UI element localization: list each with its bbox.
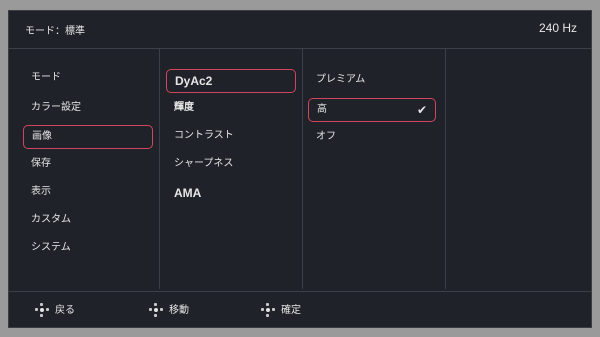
option-label: 高 (317, 104, 327, 115)
joystick-left-icon (35, 303, 49, 317)
submenu-item-brightness[interactable]: 輝度 (166, 97, 296, 121)
menu-item-custom[interactable]: カスタム (23, 209, 153, 233)
option-column: プレミアム 高 ✔ オフ (302, 49, 446, 289)
submenu-item-label: 輝度 (174, 102, 194, 113)
menu-item-color-settings[interactable]: カラー設定 (23, 97, 153, 121)
osd-footer: 戻る 移動 確定 (9, 291, 591, 329)
menu-item-label: モード (31, 72, 61, 83)
joystick-press-icon (261, 303, 275, 317)
back-label: 戻る (55, 305, 75, 316)
osd-header: モード：標準 240 Hz (9, 11, 591, 49)
menu-item-label: システム (31, 242, 71, 253)
joystick-updown-icon (149, 303, 163, 317)
submenu-column: DyAc2 輝度 コントラスト シャープネス AMA (159, 49, 303, 289)
osd-menu: モード：標準 240 Hz モード カラー設定 画像 保存 表示 カスタム シス… (8, 10, 592, 328)
back-hint[interactable]: 戻る (35, 302, 75, 320)
menu-item-label: カラー設定 (31, 102, 81, 113)
menu-item-mode[interactable]: モード (23, 67, 153, 91)
menu-item-picture[interactable]: 画像 (23, 125, 153, 149)
option-label: プレミアム (316, 74, 366, 85)
submenu-item-ama[interactable]: AMA (166, 182, 296, 206)
submenu-item-label: シャープネス (174, 158, 234, 169)
menu-item-system[interactable]: システム (23, 237, 153, 261)
menu-item-display[interactable]: 表示 (23, 181, 153, 205)
confirm-hint[interactable]: 確定 (261, 302, 301, 320)
submenu-item-label: AMA (174, 186, 202, 200)
option-label: オフ (316, 131, 336, 142)
submenu-item-sharpness[interactable]: シャープネス (166, 153, 296, 177)
submenu-item-label: コントラスト (174, 130, 234, 141)
refresh-rate: 240 Hz (538, 21, 577, 35)
menu-item-label: 保存 (31, 158, 51, 169)
mode-title: モード：標準 (25, 26, 85, 37)
option-premium[interactable]: プレミアム (308, 69, 436, 93)
move-hint[interactable]: 移動 (149, 302, 189, 320)
submenu-item-contrast[interactable]: コントラスト (166, 125, 296, 149)
menu-item-save[interactable]: 保存 (23, 153, 153, 177)
submenu-item-label: DyAc2 (175, 74, 213, 88)
option-off[interactable]: オフ (308, 126, 436, 150)
move-label: 移動 (169, 305, 189, 316)
check-icon: ✔ (416, 103, 427, 117)
empty-column (445, 49, 593, 289)
main-menu-column: モード カラー設定 画像 保存 表示 カスタム システム (9, 49, 159, 289)
menu-item-label: 画像 (32, 131, 52, 142)
menu-item-label: 表示 (31, 186, 51, 197)
submenu-item-dyac2[interactable]: DyAc2 (166, 69, 296, 93)
confirm-label: 確定 (281, 305, 301, 316)
option-high[interactable]: 高 ✔ (308, 98, 436, 122)
menu-item-label: カスタム (31, 214, 71, 225)
